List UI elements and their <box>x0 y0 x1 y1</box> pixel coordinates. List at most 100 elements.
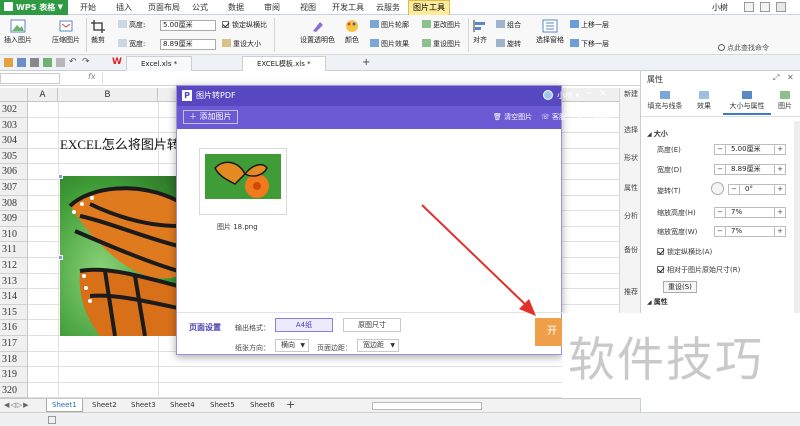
fx-icon[interactable]: fx <box>88 72 96 81</box>
menu-insert[interactable]: 插入 <box>116 0 132 15</box>
print-icon[interactable] <box>30 58 39 67</box>
crop-button[interactable]: 裁剪 <box>90 19 106 45</box>
column-header[interactable]: B <box>58 88 158 102</box>
row-header[interactable]: 316 <box>0 320 28 336</box>
row-header[interactable]: 315 <box>0 304 28 321</box>
picture-thumbnail[interactable] <box>199 148 287 215</box>
cell-text[interactable]: EXCEL怎么将图片转 <box>60 134 180 153</box>
lock-ratio-checkbox[interactable]: 锁定纵横比(A) <box>657 247 712 257</box>
set-transparent-button[interactable]: 设置透明色 <box>300 19 335 45</box>
row-header[interactable]: 318 <box>0 351 28 368</box>
row-header[interactable]: 303 <box>0 117 28 134</box>
rotate-spinner[interactable]: −0° + <box>728 184 786 195</box>
horizontal-scrollbar[interactable] <box>372 402 482 410</box>
row-header[interactable]: 314 <box>0 289 28 305</box>
select-all-corner[interactable] <box>0 88 28 102</box>
height-spinner[interactable]: −5.00厘米 + <box>714 144 786 155</box>
sheet-tab-1[interactable]: Sheet1 <box>46 399 83 412</box>
reset-picture-button[interactable]: 重设图片 <box>422 39 461 49</box>
sheet-tab-3[interactable]: Sheet3 <box>126 399 161 412</box>
format-a4-option[interactable]: A4纸 <box>275 318 333 332</box>
name-box[interactable] <box>0 73 60 84</box>
relative-size-checkbox[interactable]: 相对于图片原始尺寸(R) <box>657 265 740 275</box>
side-backup[interactable]: 备份 <box>623 246 639 254</box>
undo-icon[interactable]: ↶ <box>69 58 78 67</box>
bring-forward-button[interactable]: 上移一层 <box>570 20 609 30</box>
row-header[interactable]: 309 <box>0 211 28 227</box>
row-header[interactable]: 307 <box>0 180 28 196</box>
user-name[interactable]: 小树 <box>712 0 728 15</box>
menu-picture-tools[interactable]: 图片工具 <box>408 0 450 15</box>
menu-home[interactable]: 开始 <box>80 0 96 15</box>
row-header[interactable]: 320 <box>0 382 28 399</box>
insert-picture-button[interactable]: 插入图片 <box>4 19 32 45</box>
row-header[interactable]: 306 <box>0 164 28 180</box>
row-header[interactable]: 305 <box>0 148 28 165</box>
rotate-button[interactable]: 旋转 <box>496 39 521 49</box>
row-header[interactable]: 312 <box>0 258 28 274</box>
row-header[interactable]: 313 <box>0 273 28 290</box>
format-painter-icon[interactable] <box>56 58 65 67</box>
side-new[interactable]: 新建 <box>623 90 639 98</box>
start-convert-button[interactable]: 开 <box>535 318 565 346</box>
picture-effect-button[interactable]: 图片效果 <box>370 39 409 49</box>
add-picture-button[interactable]: ＋ 添加图片 <box>183 110 238 124</box>
margin-select[interactable]: 宽边距 ▼ <box>357 339 399 352</box>
wps-app-button[interactable]: WPS 表格 ▼ <box>0 0 68 15</box>
menu-formulas[interactable]: 公式 <box>192 0 208 15</box>
side-recommend[interactable]: 推荐 <box>623 288 639 296</box>
width-input[interactable]: 8.89厘米 <box>160 39 216 50</box>
tab-size-properties[interactable]: 大小与属性 <box>723 91 771 115</box>
vip-button[interactable]: ♛ 开通会员 <box>577 112 614 122</box>
formula-input[interactable] <box>102 73 638 84</box>
row-header[interactable]: 319 <box>0 367 28 383</box>
section-size[interactable]: ◢ 大小 <box>647 129 668 139</box>
picture-outline-button[interactable]: 图片轮廓 <box>370 20 409 30</box>
minimize-icon[interactable]: − <box>585 89 593 99</box>
format-original-option[interactable]: 原图尺寸 <box>343 318 401 332</box>
send-backward-button[interactable]: 下移一层 <box>570 39 609 49</box>
redo-icon[interactable]: ↷ <box>82 58 91 67</box>
maximize-button[interactable] <box>760 2 770 12</box>
close-icon[interactable]: ✕ <box>599 89 607 99</box>
print-preview-icon[interactable] <box>43 58 52 67</box>
new-tab-icon[interactable]: + <box>362 58 371 68</box>
dialog-user[interactable]: 小树 ▾ <box>557 90 580 101</box>
row-header[interactable]: 302 <box>0 102 28 118</box>
menu-view[interactable]: 视图 <box>300 0 316 15</box>
scale-width-spinner[interactable]: −7% + <box>714 226 786 237</box>
row-header[interactable]: 311 <box>0 242 28 258</box>
file-tab-active[interactable]: EXCEL模板.xls * <box>242 56 326 71</box>
close-button[interactable] <box>776 2 786 12</box>
row-header[interactable]: 310 <box>0 226 28 243</box>
sheet-tab-4[interactable]: Sheet4 <box>165 399 200 412</box>
row-header[interactable]: 317 <box>0 336 28 352</box>
file-tab[interactable]: Excel.xls * <box>126 56 193 71</box>
menu-review[interactable]: 审阅 <box>264 0 280 15</box>
sheet-picture[interactable] <box>60 176 178 336</box>
row-header[interactable]: 304 <box>0 133 28 149</box>
tab-effects[interactable]: 效果 <box>691 91 717 111</box>
add-sheet-icon[interactable]: + <box>286 398 295 411</box>
reset-size-button[interactable]: 重设大小 <box>222 39 261 49</box>
sheet-nav-arrows[interactable]: ◀◁▷▶ <box>4 401 30 409</box>
reset-button[interactable]: 重设(S) <box>663 281 697 293</box>
save-icon[interactable] <box>17 58 26 67</box>
status-icon[interactable] <box>48 416 56 424</box>
avatar[interactable] <box>543 90 553 100</box>
lock-ratio-checkbox[interactable]: 锁定纵横比 <box>222 20 267 30</box>
menu-cloud[interactable]: 云服务 <box>376 0 400 15</box>
menu-developer[interactable]: 开发工具 <box>332 0 364 15</box>
compress-picture-button[interactable]: 压缩图片 <box>52 19 80 45</box>
group-button[interactable]: 组合 <box>496 20 521 30</box>
scale-height-spinner[interactable]: −7% + <box>714 207 786 218</box>
folder-open-icon[interactable] <box>4 58 13 67</box>
panel-scrollbar[interactable] <box>794 121 800 321</box>
change-picture-button[interactable]: 更改图片 <box>422 20 461 30</box>
side-shape[interactable]: 形状 <box>623 154 639 162</box>
support-button[interactable]: ☏ 客服 <box>541 112 566 122</box>
side-analysis[interactable]: 分析 <box>623 212 639 220</box>
resize-handle[interactable] <box>58 174 63 179</box>
menu-page-layout[interactable]: 页面布局 <box>148 0 180 15</box>
sheet-tab-2[interactable]: Sheet2 <box>87 399 122 412</box>
